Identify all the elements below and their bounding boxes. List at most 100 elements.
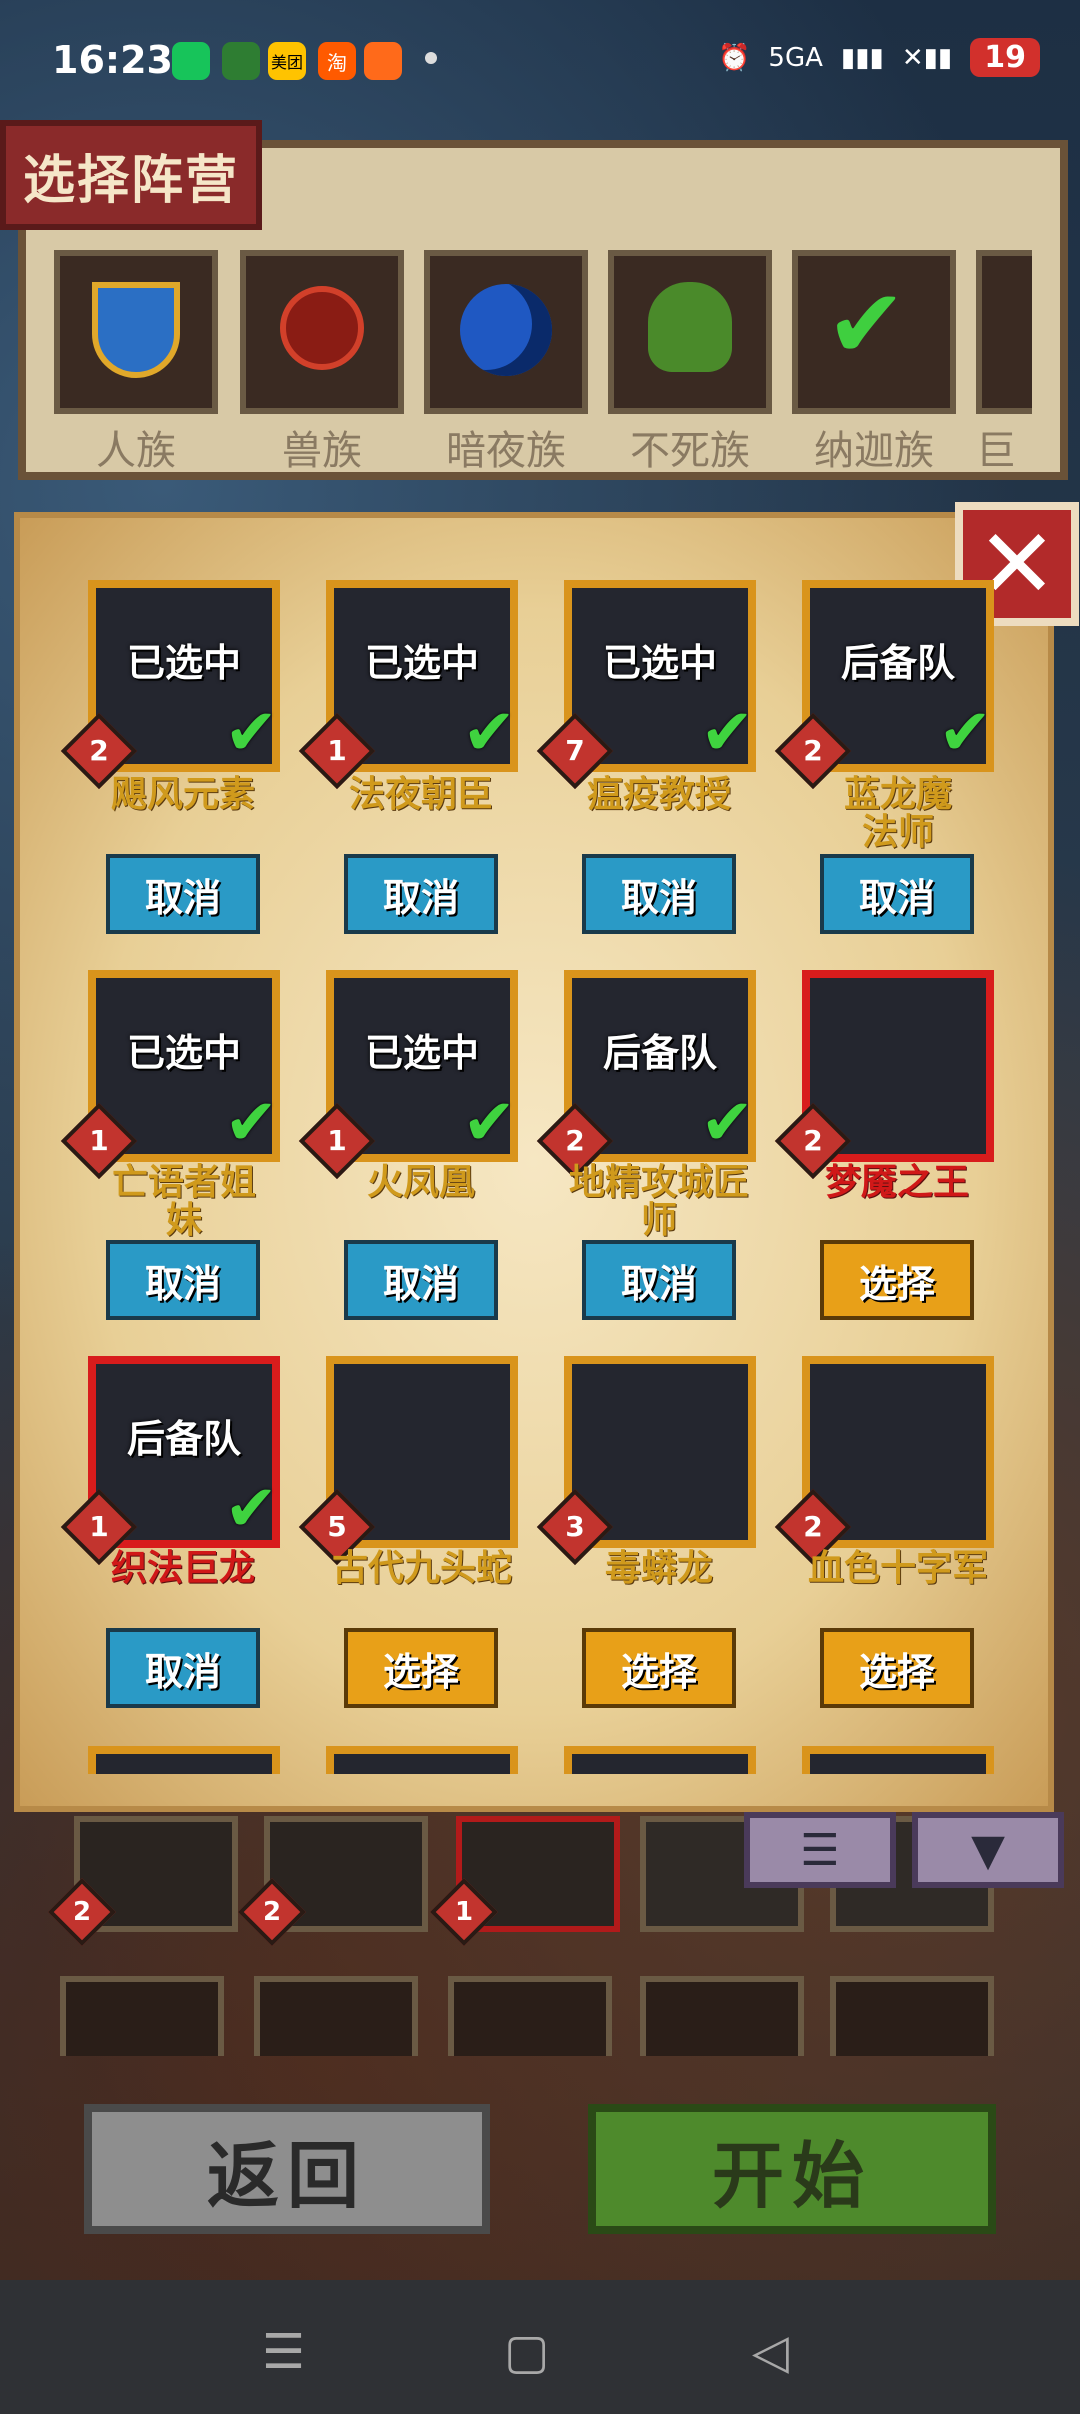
hero-card-6[interactable]: 已选中 ✔ 1 [298, 970, 518, 1180]
hero-card-5[interactable]: 已选中 ✔ 1 [60, 970, 280, 1180]
alarm-icon: ⏰ [718, 42, 751, 73]
camp-undead[interactable] [608, 250, 772, 414]
hero-card-partial[interactable] [802, 1746, 994, 1774]
hero-status-overlay: 已选中 [364, 641, 479, 685]
select-button[interactable]: 选择 [820, 1240, 974, 1320]
hero-card-8[interactable]: 2 [774, 970, 994, 1180]
status-right: ⏰ 5GA ▮▮▮ ✕▮▮ 19 [718, 38, 1040, 77]
team-slot-3[interactable]: 1 [430, 1816, 620, 1946]
hero-status-overlay: 已选中 [602, 641, 717, 685]
select-button[interactable]: 选择 [344, 1628, 498, 1708]
hero-card-7[interactable]: 后备队 ✔ 2 [536, 970, 756, 1180]
start-button[interactable]: 开始 [588, 2104, 996, 2234]
hero-card-3[interactable]: 已选中 ✔ 7 [536, 580, 756, 790]
system-nav-bar: ☰ ▢ ◁ [0, 2280, 1080, 2414]
hero-card-partial[interactable] [326, 1746, 518, 1774]
network-label: 5GA [768, 42, 823, 73]
hero-card-partial[interactable] [88, 1746, 280, 1774]
select-button[interactable]: 选择 [820, 1628, 974, 1708]
meituan-icon: 美团 [268, 42, 306, 80]
back-nav-icon[interactable]: ◁ [752, 2324, 789, 2380]
home-icon[interactable]: ▢ [504, 2324, 549, 2380]
camp-orc[interactable] [240, 250, 404, 414]
orc-crest-icon [280, 286, 364, 370]
hero-name: 亡语者姐妹 [111, 1162, 256, 1241]
hero-card-1[interactable]: 已选中 ✔ 2 [60, 580, 280, 790]
check-icon: ✔ [224, 696, 278, 770]
hero-card-4[interactable]: 后备队 ✔ 2 [774, 580, 994, 790]
hero-card-11[interactable]: 3 [536, 1356, 756, 1566]
team-slot-1[interactable]: 2 [48, 1816, 238, 1946]
cancel-button[interactable]: 取消 [820, 854, 974, 934]
check-icon: ✔ [700, 1086, 754, 1160]
hero-name: 法夜朝臣 [348, 774, 493, 815]
camp-human[interactable] [54, 250, 218, 414]
battery-indicator: 19 [970, 38, 1040, 77]
locked-slot [830, 1976, 994, 2056]
cancel-button[interactable]: 取消 [582, 854, 736, 934]
team-slot-2[interactable]: 2 [238, 1816, 428, 1946]
hero-card-12[interactable]: 2 [774, 1356, 994, 1566]
app-orange-icon [364, 42, 402, 80]
camp-naga[interactable]: ✔ [792, 250, 956, 414]
select-button[interactable]: 选择 [582, 1628, 736, 1708]
locked-slot [60, 1976, 224, 2056]
status-bar: 16:23 美团 淘 ⏰ 5GA ▮▮▮ ✕▮▮ 19 [0, 0, 1080, 120]
camp-label-human: 人族 [96, 428, 176, 474]
hero-status-overlay: 已选中 [126, 641, 241, 685]
cancel-button[interactable]: 取消 [106, 1628, 260, 1708]
hero-card-10[interactable]: 5 [298, 1356, 518, 1566]
skull-icon [648, 282, 732, 372]
hero-name: 地精攻城匠师 [568, 1162, 749, 1241]
cancel-button[interactable]: 取消 [344, 854, 498, 934]
hero-name: 毒蟒龙 [604, 1548, 713, 1589]
check-icon: ✔ [462, 696, 516, 770]
hero-card-9[interactable]: 后备队 ✔ 1 [60, 1356, 280, 1566]
camp-title: 选择阵营 [0, 120, 262, 230]
camp-nightelf[interactable] [424, 250, 588, 414]
cancel-button[interactable]: 取消 [582, 1240, 736, 1320]
camp-label-naga: 纳迦族 [814, 428, 934, 474]
app-green-icon [222, 42, 260, 80]
hero-name: 瘟疫教授 [586, 774, 731, 815]
hero-name: 血色十字军 [808, 1548, 989, 1589]
signal-icon: ▮▮▮ [840, 42, 884, 73]
list-button[interactable]: ☰ [744, 1812, 896, 1888]
hero-status-overlay: 后备队 [126, 1417, 241, 1461]
hero-name: 梦魇之王 [824, 1162, 969, 1203]
cancel-button[interactable]: 取消 [106, 1240, 260, 1320]
back-button[interactable]: 返回 [84, 2104, 490, 2234]
hero-name: 火凤凰 [366, 1162, 475, 1203]
hero-card-2[interactable]: 已选中 ✔ 1 [298, 580, 518, 790]
hero-name: 古代九头蛇 [332, 1548, 513, 1589]
check-icon: ✔ [224, 1472, 278, 1546]
camp-label-orc: 兽族 [282, 428, 362, 474]
menu-icon[interactable]: ☰ [262, 2324, 305, 2380]
cancel-button[interactable]: 取消 [106, 854, 260, 934]
hero-status-overlay: 后备队 [840, 641, 955, 685]
hero-name: 飓风元素 [110, 774, 255, 815]
status-time: 16:23 [52, 38, 173, 82]
locked-slot [640, 1976, 804, 2056]
filter-button[interactable]: ▼ [912, 1812, 1064, 1888]
locked-slot [448, 1976, 612, 2056]
check-icon: ✔ [224, 1086, 278, 1160]
camp-label-partial: 巨 [976, 428, 1016, 474]
camp-label-undead: 不死族 [630, 428, 750, 474]
check-icon: ✔ [462, 1086, 516, 1160]
check-icon: ✔ [700, 696, 754, 770]
hero-name: 蓝龙魔法师 [843, 774, 952, 853]
camp-label-nightelf: 暗夜族 [446, 428, 566, 474]
hero-status-overlay: 已选中 [126, 1031, 241, 1075]
moon-icon [460, 284, 552, 376]
signal-off-icon: ✕▮▮ [901, 42, 953, 73]
more-dot-icon [425, 52, 437, 64]
hero-card-partial[interactable] [564, 1746, 756, 1774]
camp-partial[interactable] [976, 250, 1032, 414]
locked-slot [254, 1976, 418, 2056]
hero-status-overlay: 后备队 [602, 1031, 717, 1075]
taobao-icon: 淘 [318, 42, 356, 80]
hero-name: 织法巨龙 [110, 1548, 255, 1589]
cancel-button[interactable]: 取消 [344, 1240, 498, 1320]
check-icon: ✔ [938, 696, 992, 770]
